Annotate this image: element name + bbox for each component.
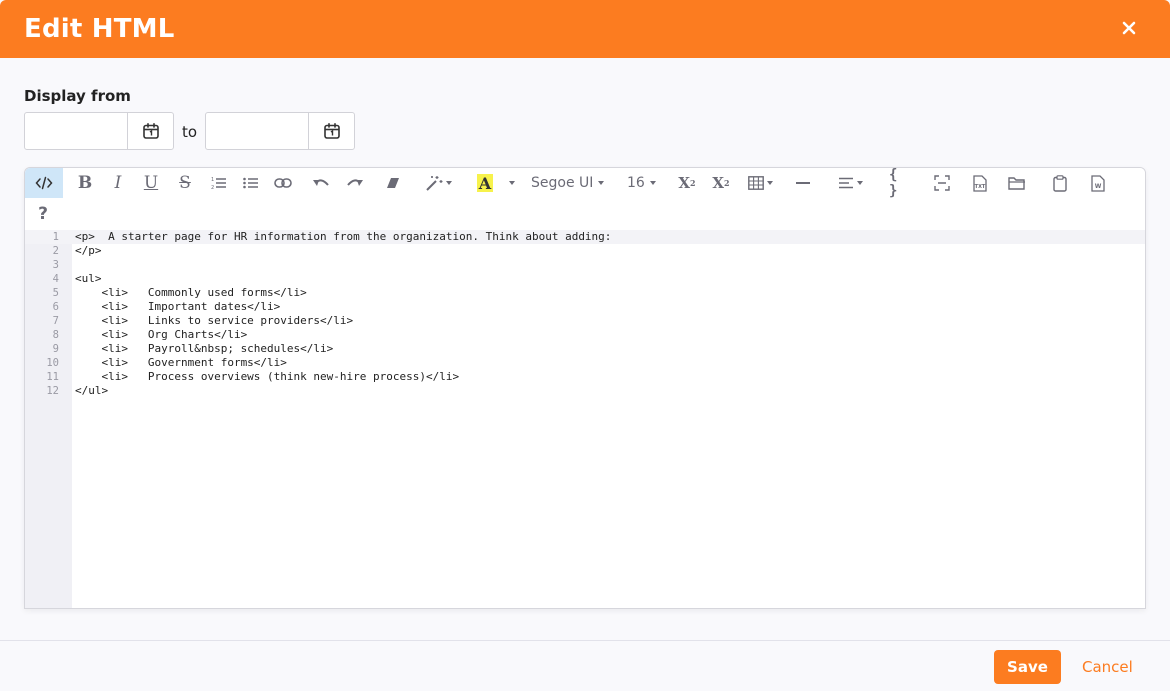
italic-icon[interactable]: I <box>107 168 129 198</box>
font-family-value: Segoe UI <box>531 175 594 191</box>
code-line[interactable]: 5 <li> Commonly used forms</li> <box>25 286 1145 300</box>
cancel-button[interactable]: Cancel <box>1082 658 1133 676</box>
align-icon[interactable] <box>833 168 867 198</box>
paste-icon[interactable] <box>1049 168 1071 198</box>
ordered-list-icon[interactable]: 12 <box>207 168 231 198</box>
import-word-icon[interactable]: W <box>1087 168 1109 198</box>
code-editor[interactable]: 1 <p> A starter page for HR information f… <box>25 230 1145 608</box>
code-line[interactable]: 11 <li> Process overviews (think new-hir… <box>25 370 1145 384</box>
underline-icon[interactable]: U <box>139 168 163 198</box>
code-line[interactable]: 9 <li> Payroll&nbsp; schedules</li> <box>25 342 1145 356</box>
import-txt-icon[interactable]: TXT <box>969 168 991 198</box>
horizontal-rule-icon[interactable] <box>793 168 813 198</box>
code-line-text: <li> Important dates</li> <box>75 300 281 313</box>
eraser-icon[interactable] <box>381 168 405 198</box>
code-line[interactable]: 1 <p> A starter page for HR information f… <box>25 230 1145 244</box>
save-button[interactable]: Save <box>994 650 1061 684</box>
font-color-icon[interactable]: A <box>475 168 495 198</box>
line-number: 8 <box>52 329 59 341</box>
font-size-value: 16 <box>627 175 645 191</box>
code-line-text: <li> Commonly used forms</li> <box>75 286 307 299</box>
bold-icon[interactable]: B <box>73 168 97 198</box>
line-number: 1 <box>52 231 59 243</box>
strikethrough-icon[interactable]: S <box>173 168 197 198</box>
line-number: 9 <box>52 343 59 355</box>
display-to-date-field <box>205 112 355 150</box>
table-icon[interactable] <box>743 168 777 198</box>
code-line-text: <li> Government forms</li> <box>75 356 287 369</box>
display-from-date-field <box>24 112 174 150</box>
line-number: 4 <box>52 273 59 285</box>
magic-wand-icon[interactable] <box>421 168 455 198</box>
subscript-icon[interactable]: X2 <box>709 168 733 198</box>
calendar-icon[interactable] <box>308 113 354 149</box>
calendar-icon[interactable] <box>127 113 173 149</box>
redo-icon[interactable] <box>343 168 367 198</box>
unordered-list-icon[interactable] <box>239 168 263 198</box>
code-line-text: </p> <box>75 244 102 257</box>
line-number: 7 <box>52 315 59 327</box>
svg-text:2: 2 <box>211 185 214 190</box>
line-number: 12 <box>46 385 59 397</box>
code-line-text: <li> Process overviews (think new-hire p… <box>75 370 460 383</box>
svg-text:A: A <box>478 174 492 193</box>
html-editor: B I U S 12 A Segoe UI 16 X 2 X 2 {} TXT… <box>24 167 1146 609</box>
code-line[interactable]: 8 <li> Org Charts</li> <box>25 328 1145 342</box>
code-line-text: <li> Links to service providers</li> <box>75 314 354 327</box>
to-label: to <box>182 123 198 141</box>
code-line[interactable]: 4 <ul> <box>25 272 1145 286</box>
line-number: 10 <box>46 357 59 369</box>
code-line[interactable]: 2 </p> <box>25 244 1145 258</box>
font-family-select[interactable]: Segoe UI <box>531 168 607 198</box>
font-size-select[interactable]: 16 <box>627 168 659 198</box>
dialog-title: Edit HTML <box>24 14 175 44</box>
select-all-icon[interactable] <box>931 168 953 198</box>
code-line-text: <li> Payroll&nbsp; schedules</li> <box>75 342 334 355</box>
display-to-input[interactable] <box>206 113 308 149</box>
editor-toolbar: B I U S 12 A Segoe UI 16 X 2 X 2 {} TXT… <box>25 168 1145 230</box>
line-number: 5 <box>52 287 59 299</box>
code-block-icon[interactable]: { } <box>889 168 913 199</box>
svg-text:1: 1 <box>211 177 214 183</box>
svg-text:TXT: TXT <box>975 184 986 190</box>
open-folder-icon[interactable] <box>1005 168 1029 198</box>
svg-text:W: W <box>1095 183 1102 190</box>
close-icon[interactable] <box>1116 15 1142 41</box>
code-line-text: <p> A starter page for HR information fr… <box>75 230 612 243</box>
code-line[interactable]: 10 <li> Government forms</li> <box>25 356 1145 370</box>
code-line[interactable]: 12 </ul> <box>25 384 1145 398</box>
help-icon[interactable]: ? <box>33 199 53 229</box>
code-line[interactable]: 6 <li> Important dates</li> <box>25 300 1145 314</box>
code-line-text: <li> Org Charts</li> <box>75 328 248 341</box>
code-line[interactable]: 7 <li> Links to service providers</li> <box>25 314 1145 328</box>
line-number: 6 <box>52 301 59 313</box>
undo-icon[interactable] <box>309 168 333 198</box>
superscript-icon[interactable]: X2 <box>675 168 699 198</box>
link-icon[interactable] <box>271 168 295 198</box>
line-number: 3 <box>52 259 59 271</box>
display-from-label: Display from <box>24 87 131 105</box>
line-number: 2 <box>52 245 59 257</box>
line-number: 11 <box>46 371 59 383</box>
edit-html-dialog: Edit HTML Display from to B I U S 12 A S… <box>0 0 1170 691</box>
code-line[interactable]: 3 <box>25 258 1145 272</box>
font-color-dropdown-icon[interactable] <box>503 168 517 198</box>
dialog-header: Edit HTML <box>0 0 1170 58</box>
display-from-input[interactable] <box>25 113 127 149</box>
code-line-text: </ul> <box>75 384 109 397</box>
code-view-icon[interactable] <box>25 168 63 198</box>
code-line-text: <ul> <box>75 272 102 285</box>
